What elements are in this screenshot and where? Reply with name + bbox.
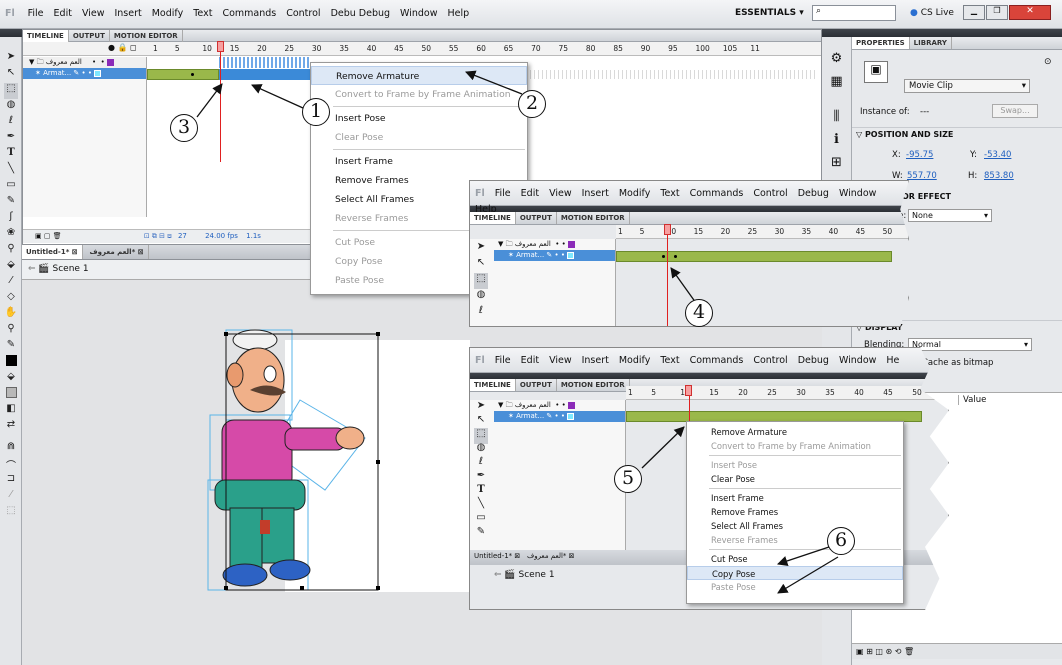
arrow-2 xyxy=(465,70,523,95)
arrow-6a xyxy=(777,546,830,566)
arrow-3 xyxy=(196,83,223,118)
callout-2: 2 xyxy=(518,90,546,118)
arrow-5 xyxy=(641,426,685,469)
arrow-4 xyxy=(670,267,697,304)
callout-1: 1 xyxy=(302,98,330,126)
arrow-6b xyxy=(777,556,839,594)
callout-6: 6 xyxy=(827,527,855,555)
callout-4: 4 xyxy=(685,299,713,327)
callout-5: 5 xyxy=(614,465,642,493)
arrow-1 xyxy=(251,84,304,109)
callout-3: 3 xyxy=(170,114,198,142)
